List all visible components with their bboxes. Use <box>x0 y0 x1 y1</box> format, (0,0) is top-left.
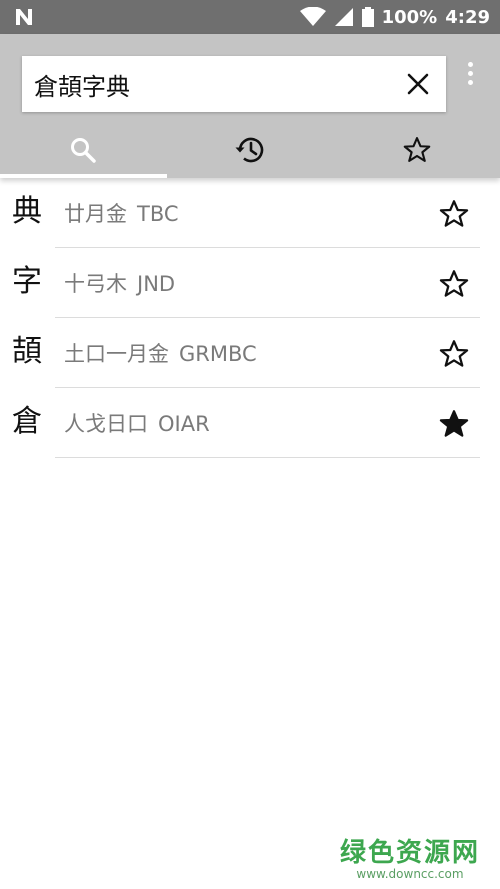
star-outline-icon <box>439 270 469 297</box>
more-vert-dot <box>467 79 473 85</box>
watermark-url: www.downcc.com <box>356 867 464 881</box>
cangjie-code: 十弓木 JND <box>64 270 175 298</box>
cangjie-radicals: 廿月金 <box>64 202 127 226</box>
cangjie-code: 土口一月金 GRMBC <box>64 340 257 368</box>
battery-icon <box>361 7 374 27</box>
result-character: 字 <box>12 264 42 299</box>
overflow-menu-button[interactable] <box>458 56 482 90</box>
tab-bar <box>0 122 500 178</box>
result-character: 頡 <box>12 334 42 369</box>
more-vert-dot <box>467 70 473 76</box>
watermark-title: 绿色资源网 <box>339 838 480 868</box>
tab-history[interactable] <box>167 122 334 178</box>
star-filled-icon <box>439 410 469 437</box>
favorite-toggle[interactable] <box>436 406 472 442</box>
battery-percent: 100% <box>381 6 438 28</box>
result-list: 典 廿月金 TBC 字 十弓木 JND 頡 土口一月金 GRMBC 倉 人戈日口… <box>0 178 500 458</box>
star-outline-icon <box>439 200 469 227</box>
list-item[interactable]: 倉 人戈日口 OIAR <box>0 388 500 458</box>
result-character: 典 <box>12 194 42 229</box>
favorite-toggle[interactable] <box>436 196 472 232</box>
favorite-toggle[interactable] <box>436 266 472 302</box>
cangjie-radicals: 人戈日口 <box>64 412 148 436</box>
cangjie-letters: JND <box>137 272 176 296</box>
tab-search[interactable] <box>0 122 167 178</box>
cangjie-radicals: 十弓木 <box>64 272 127 296</box>
search-input[interactable] <box>34 66 384 102</box>
status-indicators: 100% 4:29 <box>299 0 490 34</box>
search-box <box>22 56 446 112</box>
list-item[interactable]: 典 廿月金 TBC <box>0 178 500 248</box>
tab-favorites[interactable] <box>333 122 500 178</box>
star-outline-icon <box>439 340 469 367</box>
close-icon <box>407 73 429 95</box>
cangjie-letters: OIAR <box>158 412 210 436</box>
star-outline-icon <box>403 137 430 162</box>
wifi-icon <box>299 7 326 27</box>
list-item[interactable]: 字 十弓木 JND <box>0 248 500 318</box>
cangjie-letters: GRMBC <box>179 342 257 366</box>
list-item[interactable]: 頡 土口一月金 GRMBC <box>0 318 500 388</box>
cangjie-radicals: 土口一月金 <box>64 342 169 366</box>
search-icon <box>71 138 97 163</box>
cangjie-code: 人戈日口 OIAR <box>64 410 210 438</box>
cangjie-code: 廿月金 TBC <box>64 200 179 228</box>
signal-icon <box>334 7 354 27</box>
notification-n-icon <box>14 7 34 27</box>
clock: 4:29 <box>445 6 490 28</box>
status-bar: 100% 4:29 <box>0 0 500 34</box>
watermark: 绿色资源网 www.downcc.com <box>340 832 480 881</box>
history-icon <box>235 137 264 163</box>
clear-button[interactable] <box>398 64 438 104</box>
result-character: 倉 <box>12 404 42 439</box>
favorite-toggle[interactable] <box>436 336 472 372</box>
more-vert-icon <box>467 61 473 67</box>
toolbar <box>0 34 500 178</box>
divider <box>55 457 480 458</box>
cangjie-letters: TBC <box>137 202 179 226</box>
